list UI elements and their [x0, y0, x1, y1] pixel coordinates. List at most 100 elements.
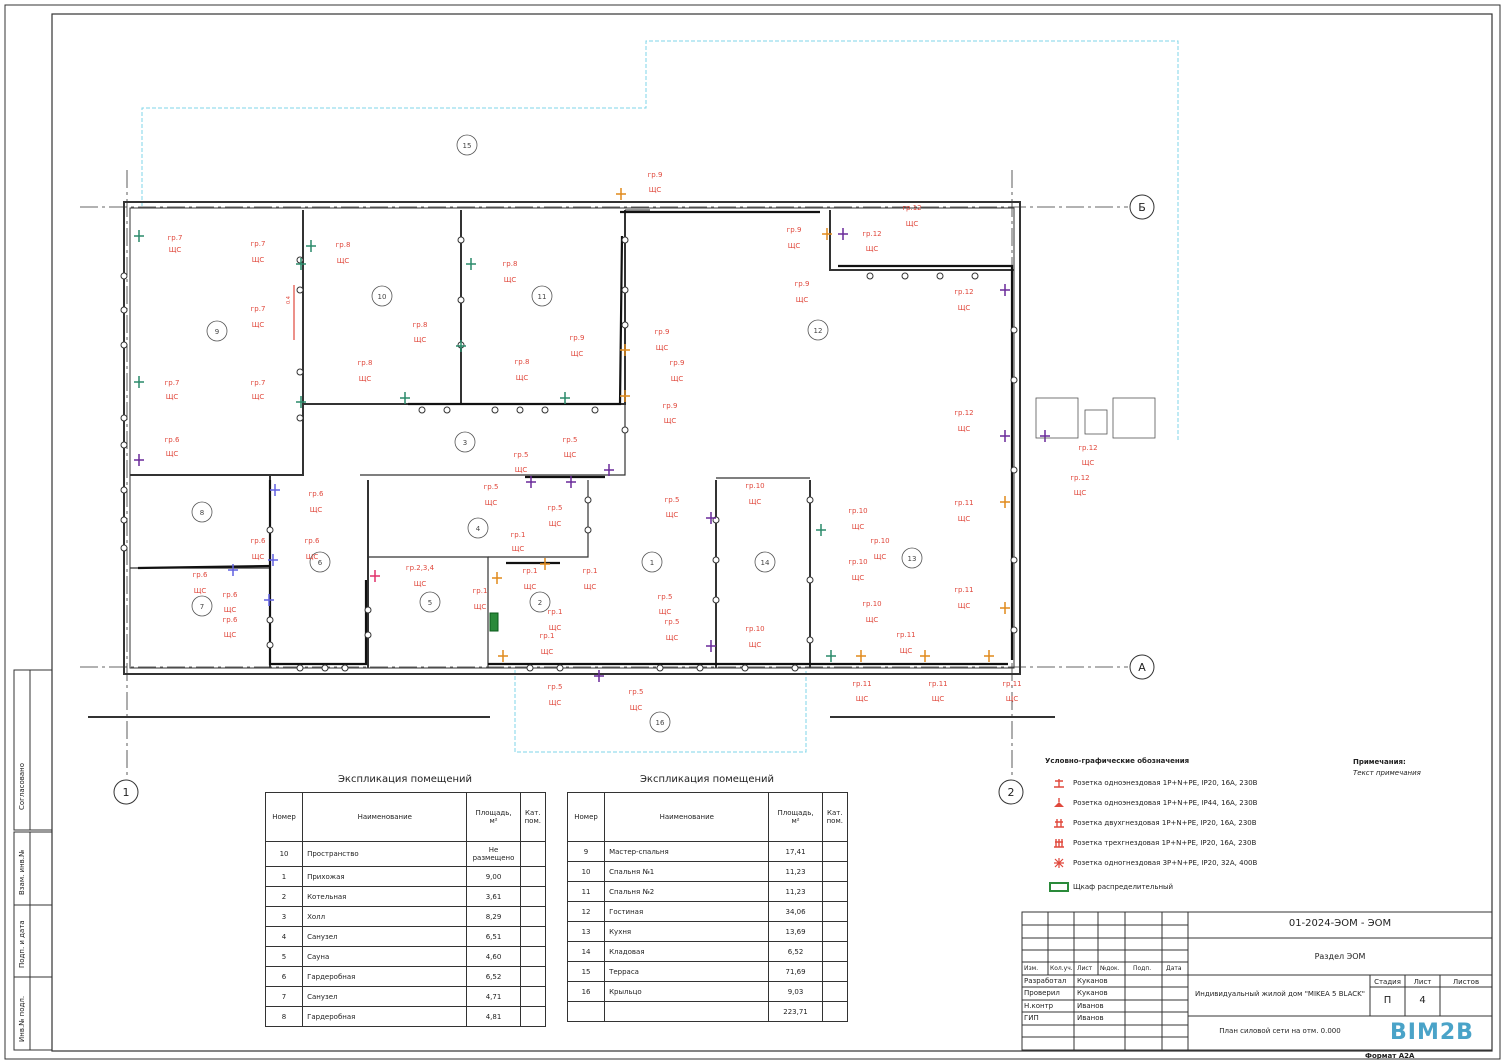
- svg-text:гр.11: гр.11: [954, 499, 973, 507]
- svg-text:ЩС: ЩС: [252, 553, 265, 561]
- svg-text:ЩС: ЩС: [541, 648, 554, 656]
- role-chief-engineer: ГИП: [1024, 1014, 1039, 1022]
- notes-title: Примечания:: [1353, 758, 1406, 766]
- sheet-value: 4: [1419, 995, 1426, 1006]
- axis-1-label: 1: [123, 786, 130, 799]
- svg-text:гр.10: гр.10: [745, 625, 764, 633]
- table-row: 10 Спальня №1 11,23: [566, 861, 849, 882]
- svg-text:гр.1: гр.1: [523, 567, 538, 575]
- room-8-number: 8: [200, 509, 204, 517]
- room-5-number: 5: [428, 599, 432, 607]
- side-stamp-agreed: Согласовано: [18, 762, 26, 810]
- svg-text:ЩС: ЩС: [414, 580, 427, 588]
- svg-text:гр.8: гр.8: [515, 358, 530, 366]
- room-12-number: 12: [814, 327, 823, 335]
- room-3-number: 3: [463, 439, 467, 447]
- col-ndok: №док.: [1100, 965, 1120, 972]
- legend-item: Щкаф распределительный: [1045, 877, 1257, 897]
- sheets-label: Листов: [1452, 978, 1480, 986]
- legend-item: Розетка одноэнездовая 1Р+N+РЕ, IP20, 16А…: [1045, 773, 1257, 793]
- terrace-furniture: [1035, 397, 1156, 439]
- svg-text:ЩС: ЩС: [485, 499, 498, 507]
- table-row: 3 Холл 8,29: [264, 906, 547, 927]
- svg-text:ЩС: ЩС: [549, 624, 562, 632]
- svg-text:ЩС: ЩС: [666, 511, 679, 519]
- svg-text:гр.11: гр.11: [852, 680, 871, 688]
- room-16-number: 16: [656, 719, 665, 727]
- svg-text:ЩС: ЩС: [659, 608, 672, 616]
- svg-text:гр.1: гр.1: [540, 632, 555, 640]
- object-name: Индивидуальный жилой дом "MIKEA 5 BLACK": [1195, 990, 1365, 998]
- svg-text:гр.10: гр.10: [745, 482, 764, 490]
- svg-text:гр.5: гр.5: [665, 618, 680, 626]
- table-row: 5 Сауна 4,60: [264, 946, 547, 967]
- table-row: 11 Спальня №2 11,23: [566, 881, 849, 902]
- svg-text:ЩС: ЩС: [584, 583, 597, 591]
- notes-text: Текст примечания: [1353, 769, 1421, 777]
- svg-text:ЩС: ЩС: [224, 631, 237, 639]
- table-row: 7 Санузел 4,71: [264, 986, 547, 1007]
- svg-text:ЩС: ЩС: [224, 606, 237, 614]
- svg-text:ЩС: ЩС: [852, 574, 865, 582]
- explication-left-table: Номер Наименование Площадь, м² Кат. пом.…: [264, 792, 547, 1027]
- room-11-number: 11: [538, 293, 547, 301]
- svg-text:ЩС: ЩС: [252, 256, 265, 264]
- name-checker: Куканов: [1077, 989, 1108, 997]
- col-category: Кат. пом.: [519, 792, 547, 842]
- room-14-number: 14: [761, 559, 770, 567]
- svg-text:гр.11: гр.11: [896, 631, 915, 639]
- svg-text:гр.8: гр.8: [336, 241, 351, 249]
- svg-text:гр.12: гр.12: [954, 288, 973, 296]
- table-row: 16 Крыльцо 9,03: [566, 981, 849, 1002]
- company-logo: BIM2B: [1390, 1020, 1474, 1045]
- outlet-3p-icon: [1045, 856, 1073, 870]
- svg-text:гр.5: гр.5: [484, 483, 499, 491]
- svg-text:ЩС: ЩС: [359, 375, 372, 383]
- room-6-number: 6: [318, 559, 323, 567]
- svg-text:гр.2,3,4: гр.2,3,4: [406, 564, 435, 572]
- svg-text:гр.7: гр.7: [168, 234, 183, 242]
- col-name: Наименование: [604, 792, 770, 842]
- svg-text:ЩС: ЩС: [958, 515, 971, 523]
- col-name: Наименование: [302, 792, 468, 842]
- legend-title: Условно-графические обозначения: [1045, 757, 1190, 765]
- svg-text:гр.6: гр.6: [251, 537, 266, 545]
- legend-item: Розетка трехгнездовая 1Р+N+РЕ, IP20, 16А…: [1045, 833, 1257, 853]
- svg-text:гр.5: гр.5: [563, 436, 578, 444]
- svg-text:гр.9: гр.9: [655, 328, 670, 336]
- svg-text:гр.6: гр.6: [223, 591, 238, 599]
- table-total-row: 223,71: [566, 1001, 849, 1022]
- col-category: Кат. пом.: [821, 792, 849, 842]
- svg-text:гр.5: гр.5: [514, 451, 529, 459]
- svg-text:гр.10: гр.10: [848, 558, 867, 566]
- outlet-double-icon: [1045, 816, 1073, 830]
- explication-right-table: Номер Наименование Площадь, м² Кат. пом.…: [566, 792, 849, 1022]
- role-checker: Проверил: [1024, 989, 1060, 997]
- svg-text:ЩС: ЩС: [749, 498, 762, 506]
- svg-text:гр.6: гр.6: [223, 616, 238, 624]
- svg-text:ЩС: ЩС: [252, 321, 265, 329]
- name-developer: Куканов: [1077, 977, 1108, 985]
- table-row: 9 Мастер-спальня 17,41: [566, 841, 849, 862]
- svg-text:ЩС: ЩС: [515, 466, 528, 474]
- cable-mark-label: 0.4: [286, 296, 292, 304]
- axis-a-label: А: [1138, 661, 1146, 674]
- col-podp: Подп.: [1133, 965, 1152, 972]
- col-number: Номер: [264, 792, 304, 842]
- room-10-number: 10: [378, 293, 387, 301]
- sheet-title: План силовой сети на отм. 0.000: [1219, 1027, 1341, 1035]
- svg-text:гр.7: гр.7: [251, 240, 266, 248]
- svg-text:ЩС: ЩС: [664, 417, 677, 425]
- explication-left-title: Экспликация помещений: [337, 774, 473, 785]
- svg-text:гр.9: гр.9: [787, 226, 802, 234]
- svg-text:гр.9: гр.9: [570, 334, 585, 342]
- svg-text:гр.12: гр.12: [954, 409, 973, 417]
- svg-text:гр.7: гр.7: [251, 379, 266, 387]
- axis-2-label: 2: [1008, 786, 1015, 799]
- svg-text:ЩС: ЩС: [194, 587, 207, 595]
- document-code: 01-2024-ЭОМ - ЭОМ: [1288, 918, 1392, 929]
- format-label: Формат А2А: [1365, 1052, 1415, 1060]
- svg-text:гр.5: гр.5: [658, 593, 673, 601]
- svg-text:гр.6: гр.6: [193, 571, 208, 579]
- legend: Условно-графические обозначения Розетка …: [1045, 757, 1257, 897]
